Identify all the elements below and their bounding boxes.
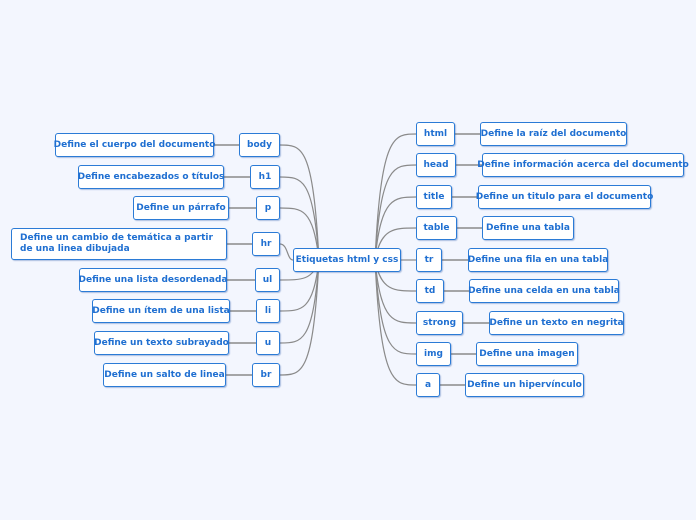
description-node-head[interactable]: Define información acerca del documento xyxy=(477,153,689,177)
tag-node-td[interactable]: td xyxy=(416,279,444,303)
description-node-tr[interactable]: Define una fila en una tabla xyxy=(468,248,608,272)
connector-center-to-body xyxy=(279,144,320,261)
connector-center-to-head xyxy=(374,164,417,261)
description-node-p[interactable]: Define un párrafo xyxy=(133,196,229,220)
connector-center-to-img xyxy=(374,259,417,355)
connector-center-to-html xyxy=(374,133,417,261)
mind-map-canvas: Etiquetas html y css body h1 p hr ul li … xyxy=(0,0,696,520)
description-node-td[interactable]: Define una celda en una tabla xyxy=(468,279,620,303)
tag-node-body[interactable]: body xyxy=(239,133,280,157)
tag-node-table[interactable]: table xyxy=(416,216,457,240)
tag-node-strong[interactable]: strong xyxy=(416,311,463,335)
description-node-img[interactable]: Define una imagen xyxy=(476,342,578,366)
central-topic[interactable]: Etiquetas html y css xyxy=(293,248,401,272)
tag-node-p[interactable]: p xyxy=(256,196,280,220)
connector-center-to-hr xyxy=(279,243,294,261)
description-node-ul[interactable]: Define una lista desordenada xyxy=(79,268,228,292)
description-node-u[interactable]: Define un texto subrayado xyxy=(94,331,229,355)
tag-node-html[interactable]: html xyxy=(416,122,455,146)
tag-node-ul[interactable]: ul xyxy=(255,268,280,292)
tag-node-head[interactable]: head xyxy=(416,153,456,177)
tag-node-h1[interactable]: h1 xyxy=(250,165,280,189)
description-node-a[interactable]: Define un hipervínculo xyxy=(465,373,584,397)
tag-node-tr[interactable]: tr xyxy=(416,248,442,272)
description-node-hr[interactable]: Define un cambio de temática a partir de… xyxy=(11,228,227,260)
connector-center-to-br xyxy=(279,259,320,376)
tag-node-a[interactable]: a xyxy=(416,373,440,397)
description-node-table[interactable]: Define una tabla xyxy=(482,216,574,240)
description-node-title[interactable]: Define un titulo para el documento xyxy=(476,185,653,209)
description-node-li[interactable]: Define un ítem de una lista xyxy=(92,299,230,323)
tag-node-img[interactable]: img xyxy=(416,342,451,366)
connector-center-to-a xyxy=(374,259,417,386)
description-node-h1[interactable]: Define encabezados o títulos xyxy=(78,165,224,189)
tag-node-u[interactable]: u xyxy=(256,331,280,355)
description-node-strong[interactable]: Define un texto en negrita xyxy=(489,311,624,335)
tag-node-li[interactable]: li xyxy=(256,299,280,323)
tag-node-title[interactable]: title xyxy=(416,185,452,209)
tag-node-br[interactable]: br xyxy=(252,363,280,387)
tag-node-hr[interactable]: hr xyxy=(252,232,280,256)
description-node-html[interactable]: Define la raíz del documento xyxy=(480,122,627,146)
description-node-br[interactable]: Define un salto de linea xyxy=(103,363,226,387)
connector-center-to-u xyxy=(279,259,320,344)
description-node-body[interactable]: Define el cuerpo del documento xyxy=(54,133,215,157)
